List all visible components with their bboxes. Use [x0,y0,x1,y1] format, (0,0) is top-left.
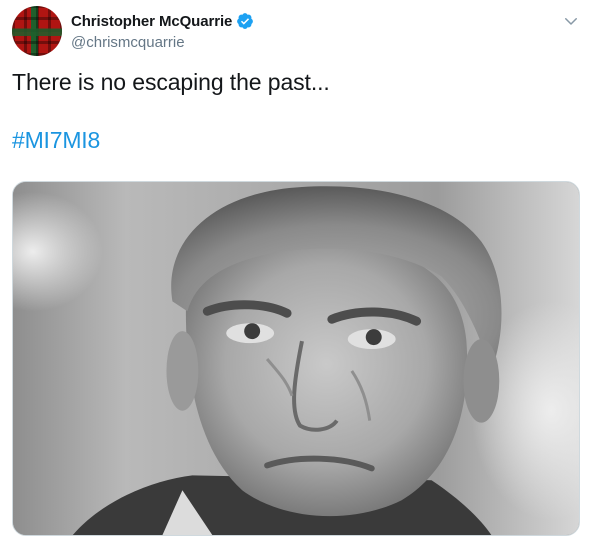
display-name[interactable]: Christopher McQuarrie [71,13,232,30]
author-row: Christopher McQuarrie [71,12,254,30]
tweet-media-photo[interactable] [12,181,580,536]
portrait-photo [13,182,579,535]
verified-badge-icon [236,12,254,30]
handle[interactable]: @chrismcquarrie [71,34,185,51]
tweet-card: Christopher McQuarrie @chrismcquarrie Th… [0,0,594,555]
hashtag-link[interactable]: #MI7MI8 [12,127,100,154]
avatar[interactable] [12,6,62,56]
tweet-text: There is no escaping the past... [12,69,330,95]
chevron-down-icon[interactable] [562,12,580,30]
